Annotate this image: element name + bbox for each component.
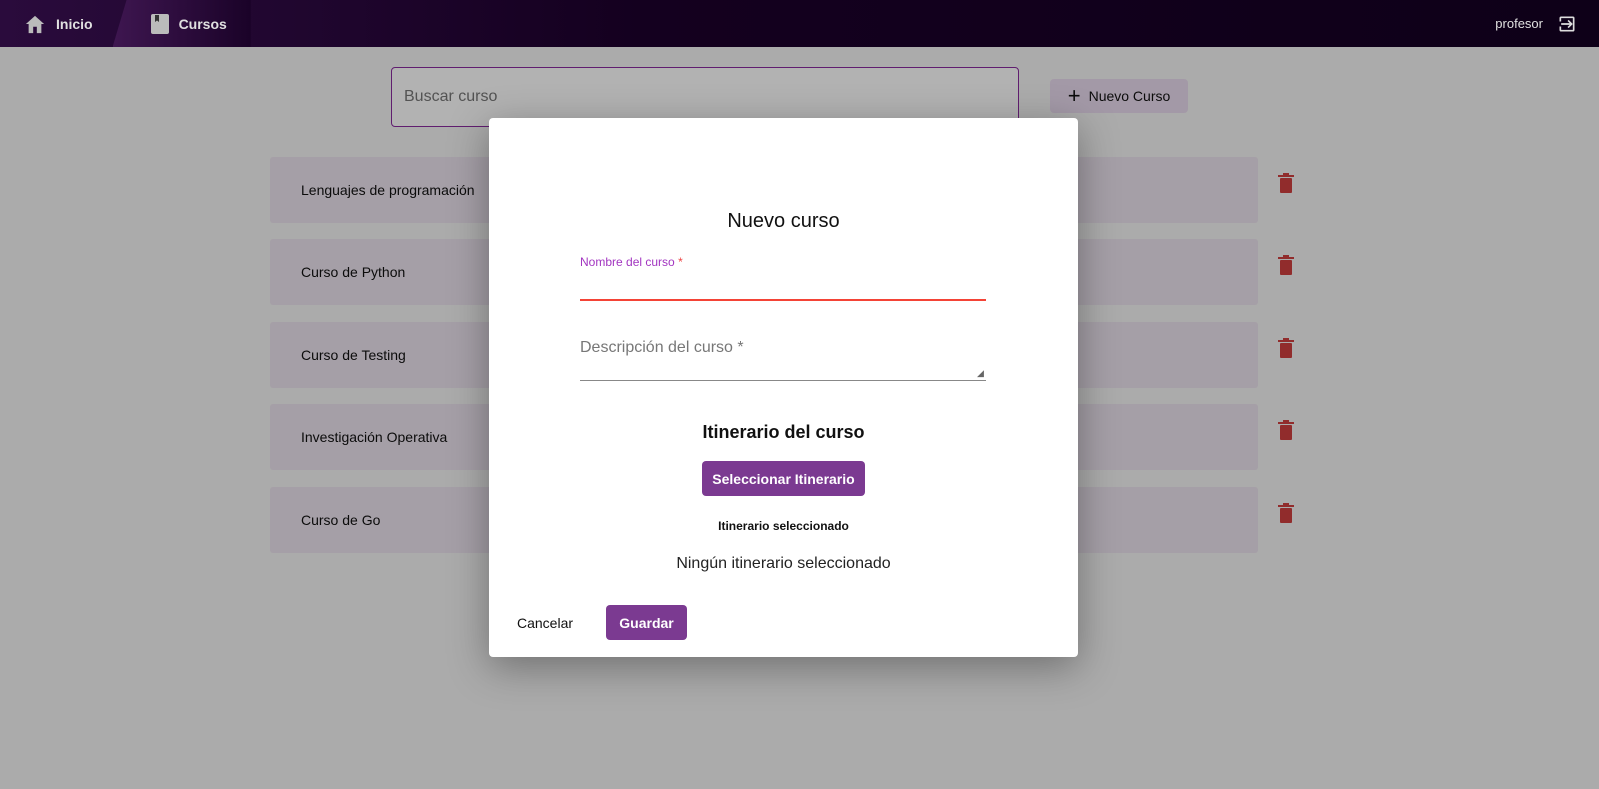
username: profesor [1495,16,1543,31]
resize-handle-icon[interactable]: ◢ [977,368,984,379]
nav-label: Cursos [178,15,227,32]
nav-label: Inicio [56,15,93,32]
description-underline [580,380,986,381]
selected-itinerary-value: Ningún itinerario seleccionado [676,555,891,572]
dialog-title: Nuevo curso [727,210,840,232]
cancel-button[interactable]: Cancelar [517,605,573,640]
select-itinerary-button[interactable]: Seleccionar Itinerario [702,461,865,496]
itinerary-heading: Itinerario del curso [702,422,865,442]
nav-item-cursos[interactable]: Cursos [112,0,251,47]
logout-icon[interactable] [1557,14,1577,34]
course-description-input[interactable]: Descripción del curso * [580,339,744,357]
selected-itinerary-heading: Itinerario seleccionado [718,519,849,533]
book-icon [150,13,169,34]
new-course-dialog: Nuevo curso Nombre del curso * Descripci… [489,118,1078,657]
top-nav: Inicio Cursos profesor [0,0,1599,47]
nav-item-inicio[interactable]: Inicio [0,0,117,47]
course-name-input[interactable] [580,299,986,301]
save-button[interactable]: Guardar [606,605,687,640]
course-name-label: Nombre del curso * [580,255,683,269]
home-icon [25,15,45,33]
